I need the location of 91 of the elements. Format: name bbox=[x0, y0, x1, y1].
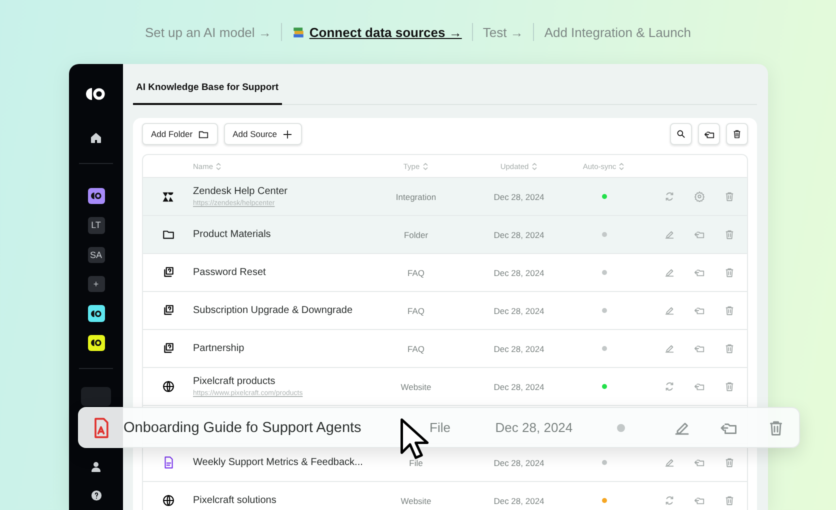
folder-arrow-icon bbox=[694, 267, 704, 278]
workspace-button[interactable] bbox=[88, 188, 104, 204]
sync-icon bbox=[664, 191, 674, 202]
folder-arrow-icon bbox=[694, 495, 704, 506]
cursor-icon bbox=[400, 418, 430, 461]
updated-date: Dec 28, 2024 bbox=[495, 420, 574, 435]
sort-icon bbox=[530, 162, 538, 170]
workspace-button[interactable]: SA bbox=[88, 246, 104, 263]
updated-date: Dec 28, 2024 bbox=[494, 268, 544, 278]
updated-date: Dec 28, 2024 bbox=[494, 192, 544, 202]
dragged-row[interactable]: Onboarding Guide fo Support Agents File Dec 28, 2024 bbox=[78, 407, 800, 448]
add-workspace-button[interactable]: + bbox=[88, 276, 104, 292]
books-icon bbox=[292, 26, 306, 38]
add-source-button[interactable]: Add Source bbox=[224, 123, 302, 145]
source-name: Zendesk Help Center bbox=[193, 186, 288, 197]
source-name: Onboarding Guide fo Support Agents bbox=[123, 420, 362, 436]
source-type: Folder bbox=[404, 230, 428, 240]
source-type: File bbox=[430, 420, 452, 435]
globe-icon bbox=[162, 380, 174, 393]
faq-icon bbox=[162, 304, 174, 317]
trash-icon bbox=[724, 191, 734, 202]
trash-icon bbox=[724, 343, 734, 354]
folder-icon bbox=[162, 228, 174, 241]
workspace-logo-icon bbox=[90, 310, 102, 318]
source-type: Website bbox=[400, 382, 432, 392]
trash-icon bbox=[732, 129, 742, 139]
pencil-icon bbox=[664, 457, 674, 468]
source-name: Pixelcraft solutions bbox=[193, 495, 278, 506]
search-icon bbox=[676, 129, 686, 139]
source-name: Partnership bbox=[193, 343, 246, 354]
app-logo-icon bbox=[86, 87, 106, 102]
workspace-button[interactable] bbox=[88, 334, 104, 351]
zendesk-logo-icon bbox=[161, 190, 175, 204]
source-type: File bbox=[409, 458, 423, 468]
tab[interactable]: AI Knowledge Base for Support bbox=[133, 80, 282, 105]
workspace-button[interactable] bbox=[88, 305, 104, 322]
source-name: Weekly Support Metrics & Feedback... bbox=[193, 457, 364, 468]
folder-arrow-icon bbox=[694, 343, 704, 354]
sort-icon bbox=[618, 162, 626, 170]
sort-icon bbox=[422, 162, 429, 170]
updated-date: Dec 28, 2024 bbox=[494, 382, 544, 392]
updated-date: Dec 28, 2024 bbox=[494, 344, 544, 354]
source-type: FAQ bbox=[407, 306, 424, 316]
trash-icon bbox=[724, 229, 734, 240]
folder-arrow-icon bbox=[694, 381, 704, 392]
move-button[interactable] bbox=[698, 123, 720, 145]
trash-icon bbox=[724, 381, 734, 392]
faq-icon bbox=[162, 266, 174, 279]
source-type: Website bbox=[400, 496, 432, 506]
trash-icon bbox=[724, 495, 734, 506]
plus-icon bbox=[282, 128, 294, 140]
updated-date: Dec 28, 2024 bbox=[494, 306, 544, 316]
sync-icon bbox=[664, 495, 674, 506]
updated-date: Dec 28, 2024 bbox=[494, 496, 544, 506]
pencil-icon bbox=[664, 343, 674, 354]
delete-button[interactable] bbox=[726, 123, 748, 145]
sync-icon bbox=[664, 381, 674, 392]
trash-icon bbox=[724, 305, 734, 316]
table-row[interactable]: Product Materials Folder Dec 28, 2024 bbox=[143, 215, 747, 253]
source-name: Password Reset bbox=[193, 267, 267, 278]
workspace-logo-icon bbox=[90, 338, 102, 347]
pencil-icon bbox=[664, 229, 674, 240]
source-name: Pixelcraft products bbox=[193, 376, 276, 387]
sort-icon bbox=[215, 162, 222, 170]
faq-icon bbox=[162, 342, 174, 355]
home-icon bbox=[90, 132, 102, 144]
source-name: Subscription Upgrade & Downgrade bbox=[193, 305, 354, 316]
source-name: Product Materials bbox=[193, 229, 272, 240]
settings-icon bbox=[694, 191, 704, 202]
source-type: Integration bbox=[396, 192, 436, 202]
trash-icon bbox=[724, 267, 734, 278]
folder-arrow-icon bbox=[694, 229, 704, 240]
folder-arrow-icon bbox=[694, 305, 704, 316]
globe-icon bbox=[162, 494, 174, 507]
source-type: FAQ bbox=[407, 268, 424, 278]
workspace-button[interactable]: LT bbox=[88, 217, 104, 234]
source-type: FAQ bbox=[407, 344, 424, 354]
add-folder-button[interactable]: Add Folder bbox=[142, 123, 218, 145]
user-icon bbox=[90, 460, 102, 473]
folder-icon bbox=[198, 128, 209, 140]
help-icon bbox=[90, 490, 102, 502]
search-button[interactable] bbox=[670, 123, 692, 145]
updated-date: Dec 28, 2024 bbox=[494, 458, 544, 468]
workspace-logo-icon bbox=[90, 192, 102, 200]
step-link[interactable]: Connect data sources → bbox=[282, 24, 472, 40]
folder-arrow-icon bbox=[694, 457, 704, 468]
updated-date: Dec 28, 2024 bbox=[494, 230, 544, 240]
pencil-icon bbox=[664, 305, 674, 316]
pencil-icon bbox=[664, 267, 674, 278]
trash-icon bbox=[724, 457, 734, 468]
file-icon bbox=[162, 456, 174, 469]
